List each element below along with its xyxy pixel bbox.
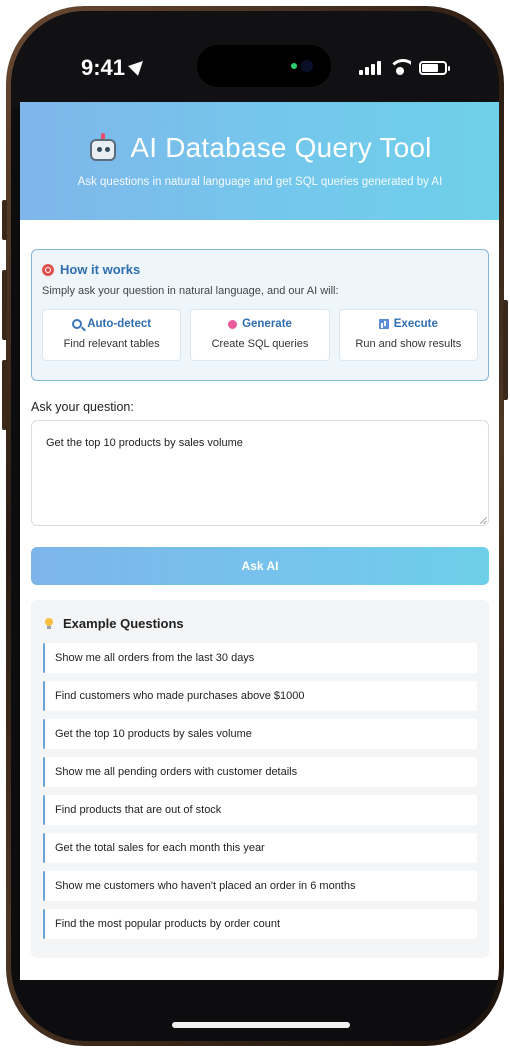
how-it-works-title: How it works — [42, 262, 478, 277]
status-time: 9:41 — [81, 55, 148, 81]
lightbulb-icon — [45, 617, 53, 630]
home-indicator[interactable] — [172, 1022, 350, 1028]
feature-card-auto-detect: Auto-detect Find relevant tables — [42, 309, 182, 361]
side-button-volume-down — [2, 360, 7, 430]
sparkle-icon — [228, 319, 238, 329]
bar-chart-icon — [378, 319, 389, 329]
wifi-icon — [389, 59, 411, 75]
side-button-volume-up — [2, 270, 7, 340]
dynamic-island — [197, 45, 331, 87]
question-label: Ask your question: — [31, 400, 134, 414]
resize-grip-icon[interactable] — [479, 516, 487, 524]
feature-description: Run and show results — [355, 338, 462, 350]
camera-indicator-icon — [291, 63, 297, 69]
magnifier-icon — [72, 319, 83, 329]
ask-ai-button[interactable]: Ask AI — [31, 547, 489, 585]
example-question-item[interactable]: Get the total sales for each month this … — [43, 833, 477, 863]
how-it-works-title-text: How it works — [60, 262, 141, 277]
front-camera-icon — [301, 60, 313, 72]
app-screen: AI Database Query Tool Ask questions in … — [20, 102, 499, 980]
how-it-works-panel: How it works Simply ask your question in… — [31, 249, 489, 381]
page-title-text: AI Database Query Tool — [130, 132, 432, 163]
example-questions-panel: Example Questions Show me all orders fro… — [31, 600, 489, 958]
example-question-item[interactable]: Find the most popular products by order … — [43, 909, 477, 939]
feature-card-generate: Generate Create SQL queries — [190, 309, 330, 361]
feature-description: Find relevant tables — [63, 338, 160, 350]
status-icons — [359, 59, 450, 75]
phone-body: 9:41 AI Database Query Tool Ask question… — [11, 11, 499, 1041]
feature-title-text: Execute — [393, 318, 438, 330]
question-input[interactable] — [31, 420, 489, 526]
side-button-mute — [2, 200, 7, 240]
feature-title-execute: Execute — [340, 318, 477, 330]
cellular-signal-icon — [359, 61, 381, 75]
feature-title-generate: Generate — [191, 318, 328, 330]
side-button-power — [503, 300, 508, 400]
feature-title-text: Auto-detect — [87, 318, 152, 330]
target-icon — [42, 263, 54, 276]
page-subtitle: Ask questions in natural language and ge… — [77, 176, 443, 188]
example-question-item[interactable]: Show me all pending orders with customer… — [43, 757, 477, 787]
location-arrow-icon — [128, 56, 148, 76]
robot-icon — [88, 133, 118, 163]
example-question-item[interactable]: Show me all orders from the last 30 days — [43, 643, 477, 673]
example-question-item[interactable]: Show me customers who haven't placed an … — [43, 871, 477, 901]
example-questions-list: Show me all orders from the last 30 days… — [43, 643, 477, 939]
how-it-works-description: Simply ask your question in natural lang… — [42, 285, 339, 297]
page-title: AI Database Query Tool — [20, 132, 499, 164]
phone-frame: 9:41 AI Database Query Tool Ask question… — [6, 6, 504, 1046]
feature-description: Create SQL queries — [211, 338, 309, 350]
example-questions-title-text: Example Questions — [63, 616, 184, 631]
app-header: AI Database Query Tool Ask questions in … — [20, 102, 499, 220]
feature-cards: Auto-detect Find relevant tables Generat… — [42, 309, 478, 361]
feature-title-text: Generate — [242, 318, 292, 330]
status-bar: 9:41 — [11, 11, 499, 107]
feature-title-auto-detect: Auto-detect — [43, 318, 180, 330]
example-questions-title: Example Questions — [45, 616, 477, 631]
battery-icon — [419, 61, 450, 75]
example-question-item[interactable]: Find customers who made purchases above … — [43, 681, 477, 711]
example-question-item[interactable]: Get the top 10 products by sales volume — [43, 719, 477, 749]
feature-card-execute: Execute Run and show results — [338, 309, 478, 361]
example-question-item[interactable]: Find products that are out of stock — [43, 795, 477, 825]
status-time-text: 9:41 — [81, 55, 126, 80]
